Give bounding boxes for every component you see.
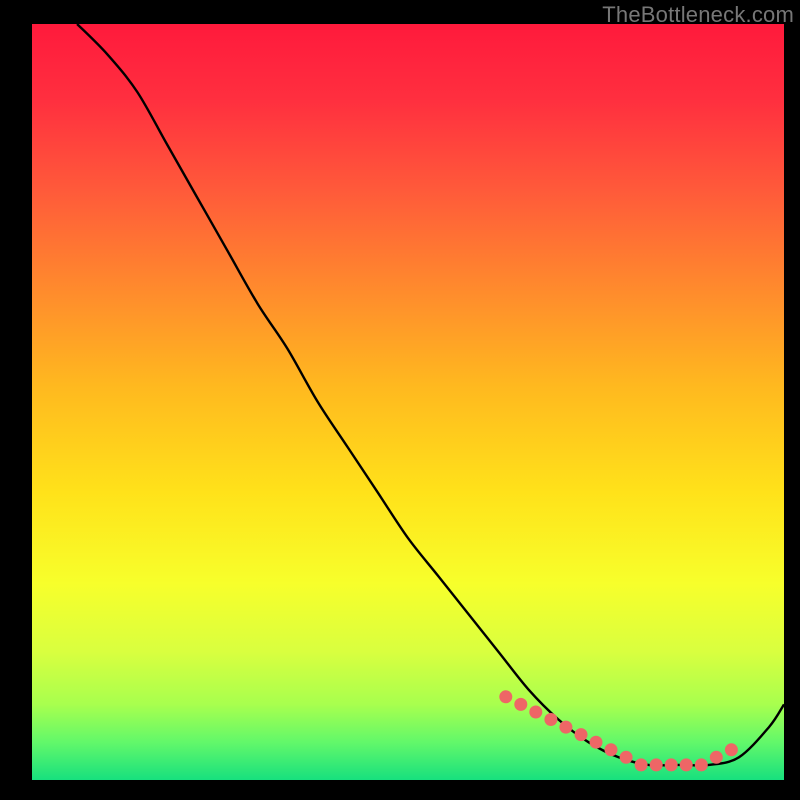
sweet-spot-dot <box>725 743 738 756</box>
sweet-spot-dot <box>605 743 618 756</box>
chart-stage: TheBottleneck.com <box>0 0 800 800</box>
sweet-spot-dot <box>710 751 723 764</box>
sweet-spot-dot <box>695 758 708 771</box>
sweet-spot-dot <box>529 706 542 719</box>
bottleneck-chart <box>0 0 800 800</box>
watermark-label: TheBottleneck.com <box>602 2 794 28</box>
sweet-spot-dot <box>665 758 678 771</box>
sweet-spot-dot <box>635 758 648 771</box>
sweet-spot-dot <box>680 758 693 771</box>
sweet-spot-dot <box>590 736 603 749</box>
sweet-spot-dot <box>544 713 557 726</box>
sweet-spot-dot <box>620 751 633 764</box>
sweet-spot-dot <box>559 721 572 734</box>
sweet-spot-dot <box>514 698 527 711</box>
sweet-spot-dot <box>650 758 663 771</box>
sweet-spot-dot <box>499 690 512 703</box>
chart-gradient-bg <box>32 24 784 780</box>
sweet-spot-dot <box>575 728 588 741</box>
